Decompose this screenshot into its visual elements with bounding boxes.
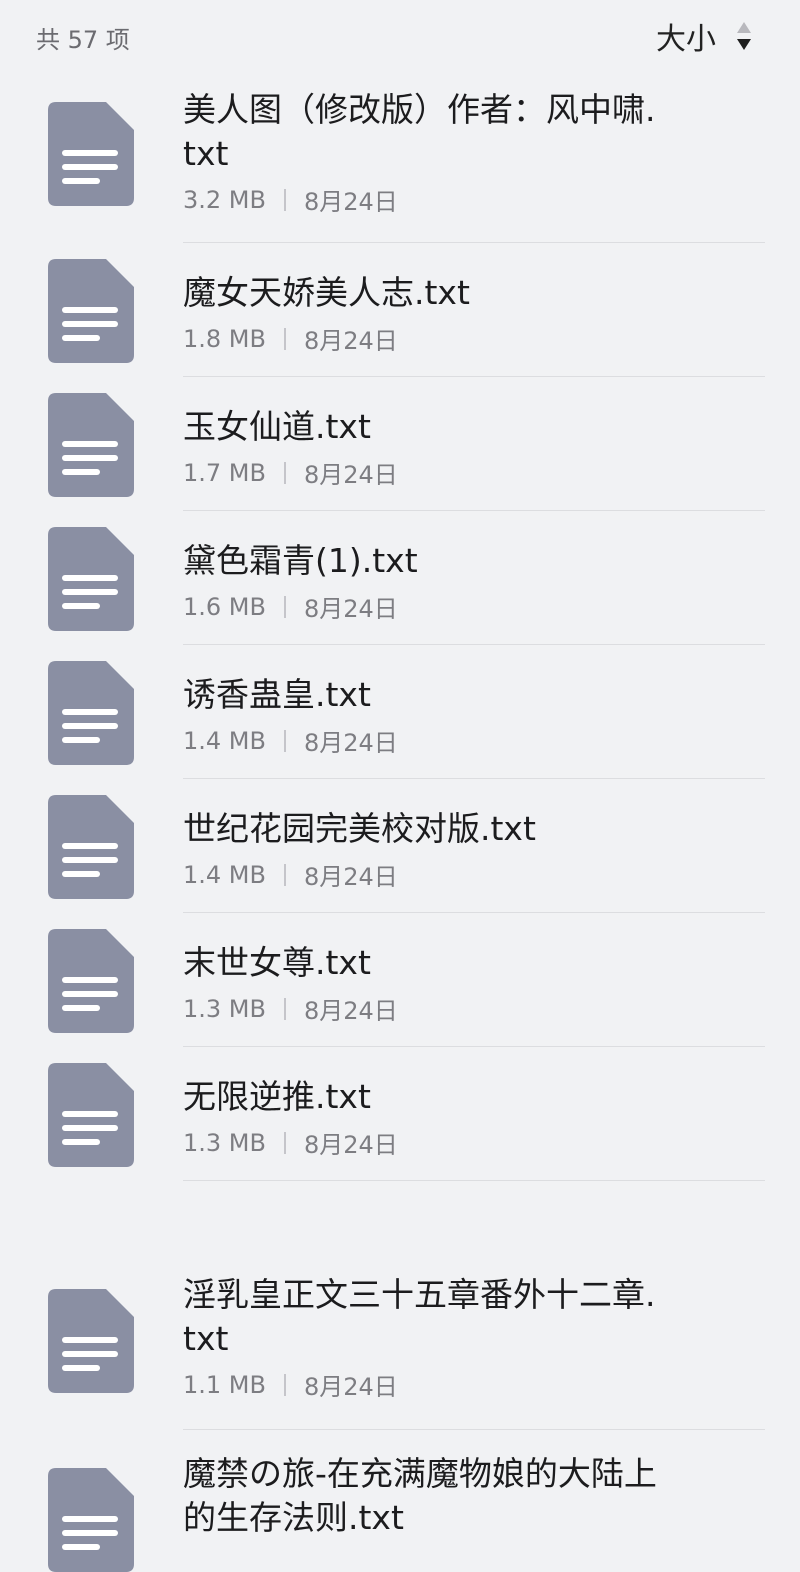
file-meta: 1.8 MB 8月24日 — [183, 321, 660, 356]
file-meta: 1.6 MB 8月24日 — [183, 589, 660, 624]
item-count: 共 57 项 — [36, 26, 130, 54]
document-icon — [48, 259, 134, 363]
document-icon — [48, 1063, 134, 1167]
document-icon — [48, 795, 134, 899]
document-icon — [48, 393, 134, 497]
file-name: 末世女尊.txt — [183, 943, 371, 982]
list-item[interactable]: 无限逆推.txt 1.3 MB 8月24日 — [0, 1047, 800, 1180]
sort-button[interactable]: 大小 — [656, 14, 754, 58]
file-meta: 1.3 MB 8月24日 — [183, 991, 660, 1026]
list-item[interactable]: 黛色霜青(1).txt 1.6 MB 8月24日 — [0, 511, 800, 644]
file-date: 8月24日 — [303, 327, 398, 355]
list-item[interactable]: 诱香蛊皇.txt 1.4 MB 8月24日 — [0, 645, 800, 778]
meta-separator — [283, 1373, 286, 1396]
file-meta: 1.4 MB 8月24日 — [183, 723, 660, 758]
file-date: 8月24日 — [303, 863, 398, 891]
file-name: 美人图（修改版）作者：风中啸.txt — [183, 90, 656, 173]
file-name: 淫乳皇正文三十五章番外十二章.txt — [183, 1275, 656, 1358]
meta-separator — [283, 729, 286, 752]
file-date: 8月24日 — [303, 595, 398, 623]
file-date: 8月24日 — [303, 729, 398, 757]
file-size: 1.8 MB — [183, 324, 266, 353]
document-icon — [48, 929, 134, 1033]
document-icon — [48, 661, 134, 765]
file-date: 8月24日 — [303, 461, 398, 489]
list-item[interactable]: 魔女天娇美人志.txt 1.8 MB 8月24日 — [0, 243, 800, 376]
file-size: 1.7 MB — [183, 458, 266, 487]
list-item[interactable]: 玉女仙道.txt 1.7 MB 8月24日 — [0, 377, 800, 510]
file-date: 8月24日 — [303, 1131, 398, 1159]
document-icon — [48, 102, 134, 206]
meta-separator — [283, 997, 286, 1020]
list-item[interactable]: 世纪花园完美校对版.txt 1.4 MB 8月24日 — [0, 779, 800, 912]
list-header: 共 57 项 大小 — [0, 0, 800, 74]
file-size: 1.1 MB — [183, 1370, 266, 1399]
list-item[interactable]: 淫乳皇正文三十五章番外十二章.txt 1.1 MB 8月24日 — [0, 1181, 800, 1401]
file-meta: 1.3 MB 8月24日 — [183, 1125, 660, 1160]
file-size: 1.4 MB — [183, 726, 266, 755]
file-name: 魔禁の旅-在充满魔物娘的大陆上的生存法则.txt — [183, 1454, 657, 1537]
file-date: 8月24日 — [303, 188, 398, 216]
file-meta: 3.2 MB 8月24日 — [183, 182, 660, 217]
file-name: 无限逆推.txt — [183, 1077, 371, 1116]
file-meta: 1.7 MB 8月24日 — [183, 455, 660, 490]
list-item[interactable]: 美人图（修改版）作者：风中啸.txt 3.2 MB 8月24日 — [0, 74, 800, 242]
document-icon — [48, 527, 134, 631]
document-icon — [48, 1468, 134, 1572]
file-date: 8月24日 — [303, 1373, 398, 1401]
meta-separator — [283, 595, 286, 618]
file-size: 3.2 MB — [183, 185, 266, 214]
meta-separator — [283, 1131, 286, 1154]
document-icon — [48, 1289, 134, 1393]
file-name: 世纪花园完美校对版.txt — [183, 809, 536, 848]
sort-toggle-icon — [737, 22, 751, 50]
meta-separator — [283, 327, 286, 350]
file-meta: 1.4 MB 8月24日 — [183, 857, 660, 892]
file-meta: 1.1 MB 8月24日 — [183, 1367, 660, 1402]
list-item[interactable]: 末世女尊.txt 1.3 MB 8月24日 — [0, 913, 800, 1046]
list-item[interactable]: 魔禁の旅-在充满魔物娘的大陆上的生存法则.txt — [0, 1430, 800, 1572]
meta-separator — [283, 863, 286, 886]
file-size: 1.3 MB — [183, 1128, 266, 1157]
file-name: 黛色霜青(1).txt — [183, 541, 418, 580]
file-size: 1.3 MB — [183, 994, 266, 1023]
file-name: 玉女仙道.txt — [183, 407, 371, 446]
file-name: 魔女天娇美人志.txt — [183, 273, 470, 312]
file-name: 诱香蛊皇.txt — [183, 675, 371, 714]
sort-label: 大小 — [656, 22, 716, 57]
file-size: 1.6 MB — [183, 592, 266, 621]
file-date: 8月24日 — [303, 997, 398, 1025]
file-size: 1.4 MB — [183, 860, 266, 889]
meta-separator — [283, 188, 286, 211]
meta-separator — [283, 461, 286, 484]
